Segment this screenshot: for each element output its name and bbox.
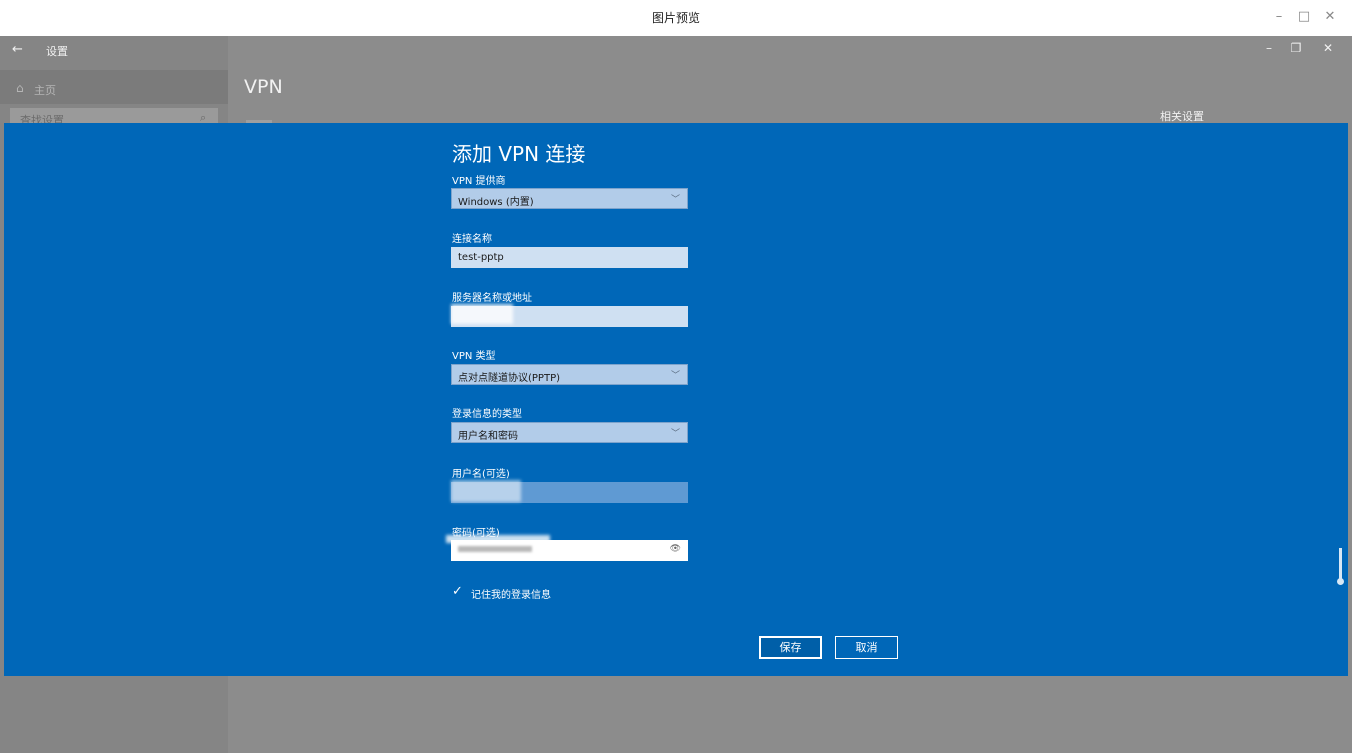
cancel-button[interactable]: 取消 — [835, 636, 898, 659]
signin-type-value: 用户名和密码 — [458, 431, 518, 442]
preview-title-bar: 图片预览 – □ ✕ — [0, 0, 1352, 36]
sidebar-item-home-label: 主页 — [34, 84, 56, 97]
username-redaction — [451, 480, 521, 502]
username-label: 用户名(可选) — [452, 469, 510, 480]
password-masked-value — [458, 546, 532, 552]
settings-close-button[interactable]: ✕ — [1318, 41, 1338, 55]
page-title: VPN — [244, 76, 283, 98]
save-button[interactable]: 保存 — [759, 636, 822, 659]
back-arrow-icon[interactable]: ← — [12, 42, 23, 57]
server-address-label: 服务器名称或地址 — [452, 293, 532, 304]
preview-maximize-button[interactable]: □ — [1293, 6, 1315, 28]
remember-checkbox[interactable]: ✓ — [452, 584, 463, 599]
settings-minimize-button[interactable]: – — [1259, 41, 1279, 55]
vpn-provider-select[interactable]: Windows (内置) ﹀ — [451, 188, 688, 209]
scrollbar-indicator[interactable] — [1337, 578, 1344, 585]
vpn-type-value: 点对点隧道协议(PPTP) — [458, 373, 561, 384]
vpn-type-select[interactable]: 点对点隧道协议(PPTP) ﹀ — [451, 364, 688, 385]
chevron-down-icon: ﹀ — [670, 371, 680, 381]
signin-type-label: 登录信息的类型 — [452, 409, 522, 420]
connection-name-label: 连接名称 — [452, 234, 492, 245]
password-redaction-top — [446, 535, 550, 543]
reveal-password-icon[interactable]: 👁 — [670, 544, 681, 554]
vpn-provider-value: Windows (内置) — [458, 197, 534, 208]
preview-window-title: 图片预览 — [651, 11, 700, 25]
signin-type-select[interactable]: 用户名和密码 ﹀ — [451, 422, 688, 443]
related-settings-title: 相关设置 — [1160, 110, 1204, 123]
vpn-type-label: VPN 类型 — [452, 351, 496, 362]
connection-name-value: test-pptp — [458, 252, 504, 263]
preview-minimize-button[interactable]: – — [1268, 6, 1290, 28]
vpn-provider-label: VPN 提供商 — [452, 176, 506, 187]
chevron-down-icon: ﹀ — [670, 429, 680, 439]
home-icon: ⌂ — [16, 81, 24, 95]
remember-label: 记住我的登录信息 — [471, 590, 551, 601]
dialog-title: 添加 VPN 连接 — [452, 142, 586, 166]
connection-name-input[interactable]: test-pptp — [451, 247, 688, 268]
chevron-down-icon: ﹀ — [670, 195, 680, 205]
settings-app-title: 设置 — [46, 45, 68, 58]
settings-restore-button[interactable]: ❐ — [1286, 41, 1306, 55]
server-address-redaction — [451, 304, 513, 324]
preview-close-button[interactable]: ✕ — [1319, 6, 1341, 28]
